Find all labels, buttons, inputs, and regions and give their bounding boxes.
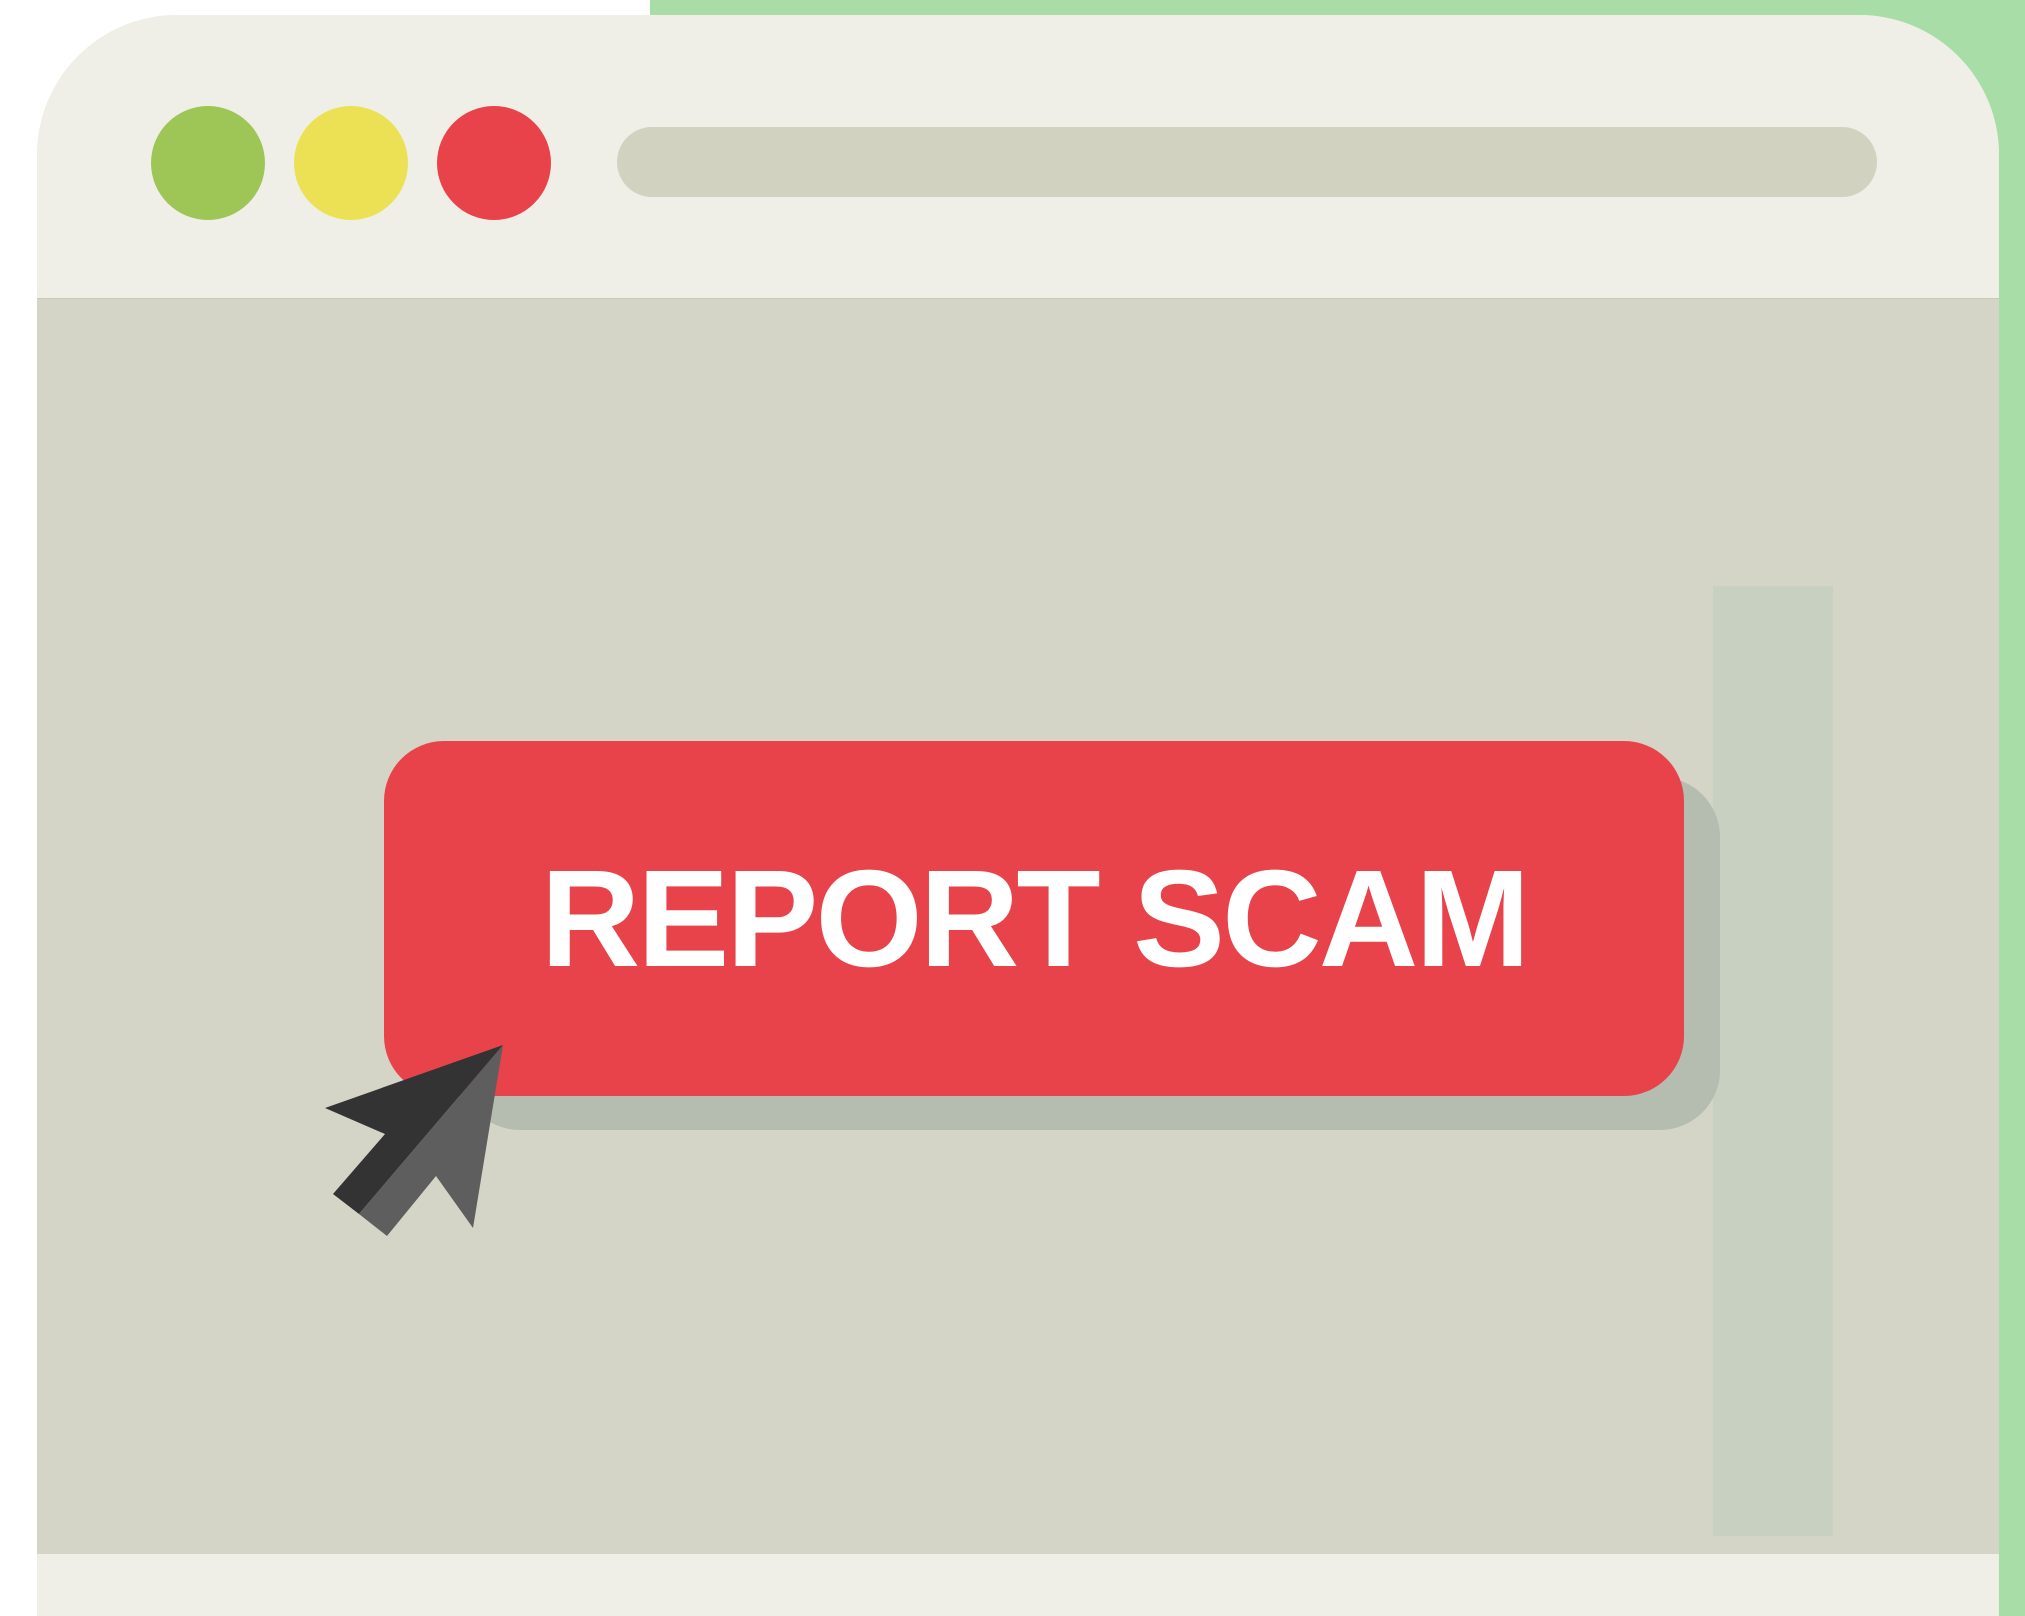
report-scam-button[interactable]: REPORT SCAM: [384, 741, 1684, 1096]
illustration: REPORT SCAM: [0, 0, 2025, 1616]
status-bar: [37, 1554, 1999, 1616]
browser-window: REPORT SCAM: [37, 15, 1999, 1616]
window-control-yellow[interactable]: [294, 106, 408, 220]
scrollbar-track[interactable]: [1713, 586, 1833, 1536]
report-scam-label: REPORT SCAM: [540, 841, 1531, 996]
window-control-red[interactable]: [437, 106, 551, 220]
address-bar[interactable]: [617, 127, 1877, 197]
title-bar: [37, 15, 1999, 298]
page-content: REPORT SCAM: [37, 298, 1999, 1555]
window-control-green[interactable]: [151, 106, 265, 220]
